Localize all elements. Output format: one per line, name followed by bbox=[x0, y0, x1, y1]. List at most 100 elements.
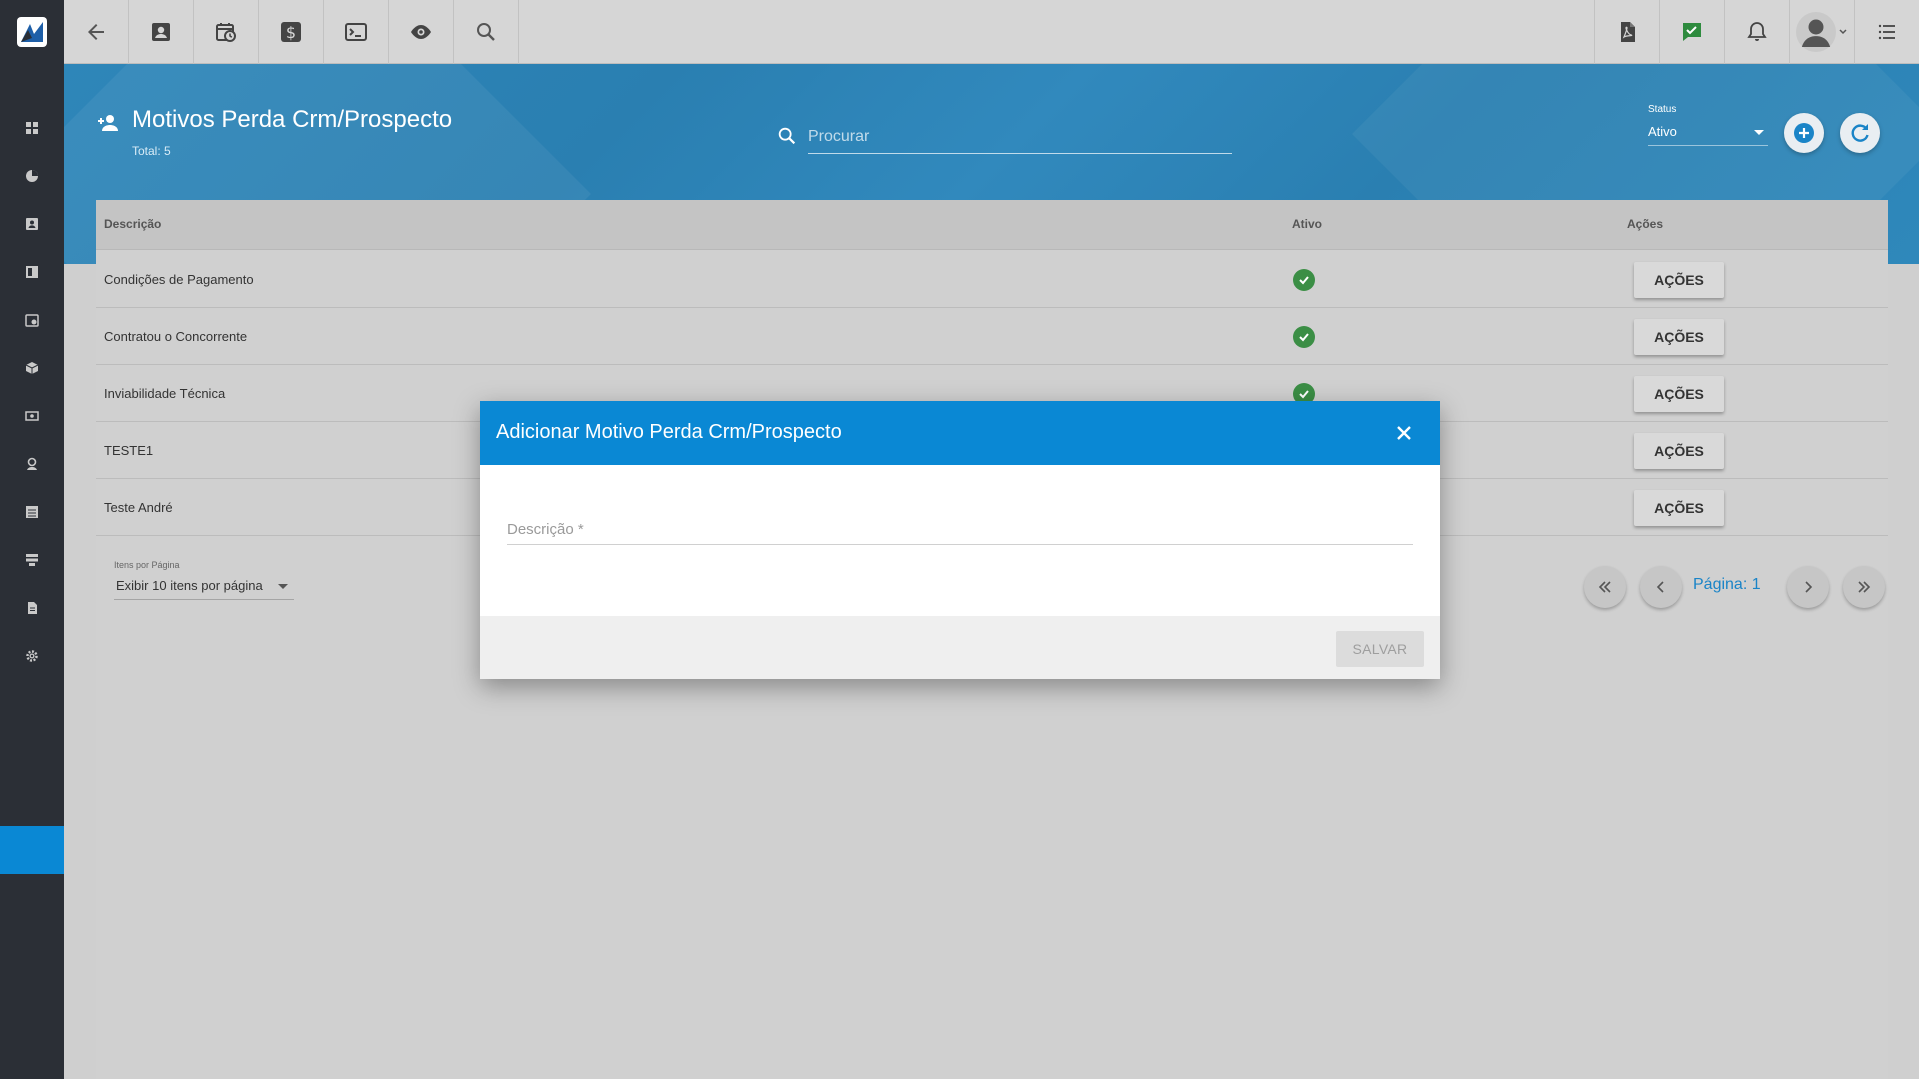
double-chevron-left-icon bbox=[1598, 581, 1611, 593]
sidebar-item-lists[interactable] bbox=[0, 488, 64, 536]
search-input[interactable] bbox=[808, 120, 1232, 154]
contacts-button[interactable] bbox=[129, 0, 194, 64]
sidebar-item-documents[interactable] bbox=[0, 584, 64, 632]
row-actions-button[interactable]: AÇÕES bbox=[1634, 490, 1724, 526]
sidebar-item-catalog[interactable] bbox=[0, 248, 64, 296]
plus-circle-icon bbox=[1794, 123, 1814, 143]
active-check-icon bbox=[1293, 269, 1315, 291]
sidebar bbox=[0, 64, 64, 1079]
add-dialog: Adicionar Motivo Perda Crm/Prospecto SAL… bbox=[480, 401, 1440, 679]
status-label: Status bbox=[1648, 104, 1677, 115]
notifications-button[interactable] bbox=[1724, 0, 1789, 64]
messages-button[interactable] bbox=[1659, 0, 1724, 64]
page-indicator: Página: 1 bbox=[1693, 576, 1761, 593]
view-button[interactable] bbox=[389, 0, 454, 64]
book-icon bbox=[26, 266, 38, 278]
items-per-page-value: Exibir 10 itens por página bbox=[116, 578, 263, 593]
calendar-clock-icon bbox=[216, 23, 236, 42]
column-header-acoes: Ações bbox=[1627, 217, 1664, 231]
app-logo[interactable] bbox=[0, 0, 64, 64]
column-header-descricao[interactable]: Descrição bbox=[104, 217, 161, 231]
close-button[interactable] bbox=[1392, 421, 1416, 445]
pdf-icon bbox=[1621, 22, 1635, 42]
main-menu-button[interactable] bbox=[1854, 0, 1919, 64]
items-per-page-select[interactable]: Exibir 10 itens por página bbox=[114, 572, 294, 600]
sidebar-item-reports[interactable] bbox=[0, 152, 64, 200]
sidebar-item-contacts[interactable] bbox=[0, 200, 64, 248]
eye-icon bbox=[411, 25, 431, 39]
sidebar-item-locations[interactable] bbox=[0, 440, 64, 488]
items-per-page-label: Itens por Página bbox=[114, 560, 180, 570]
total-count: Total: 5 bbox=[132, 144, 171, 158]
financial-button[interactable]: $ bbox=[259, 0, 324, 64]
row-description: TESTE1 bbox=[104, 443, 154, 458]
add-button[interactable] bbox=[1784, 113, 1824, 153]
search-icon bbox=[778, 127, 796, 145]
status-select[interactable]: Ativo bbox=[1648, 118, 1768, 146]
bell-icon bbox=[1747, 22, 1767, 41]
sidebar-item-finance[interactable] bbox=[0, 392, 64, 440]
first-page-button[interactable] bbox=[1584, 566, 1626, 608]
close-icon bbox=[1397, 426, 1411, 440]
next-page-button[interactable] bbox=[1787, 566, 1829, 608]
sidebar-item-products[interactable] bbox=[0, 344, 64, 392]
chevron-right-icon bbox=[1805, 581, 1813, 593]
last-page-button[interactable] bbox=[1843, 566, 1885, 608]
page-title: Motivos Perda Crm/Prospecto bbox=[132, 106, 453, 133]
schedule-button[interactable] bbox=[194, 0, 259, 64]
dropdown-caret-icon bbox=[1754, 130, 1764, 135]
dialog-title: Adicionar Motivo Perda Crm/Prospecto bbox=[496, 421, 842, 443]
chat-check-icon bbox=[1683, 23, 1701, 41]
row-actions-button[interactable]: AÇÕES bbox=[1634, 262, 1724, 298]
back-arrow-icon bbox=[88, 24, 104, 40]
terminal-icon bbox=[345, 23, 367, 41]
list-icon bbox=[26, 506, 38, 518]
box-icon bbox=[25, 362, 39, 374]
calendar-icon bbox=[25, 314, 39, 327]
dialog-header: Adicionar Motivo Perda Crm/Prospecto bbox=[480, 401, 1440, 465]
row-description: Teste André bbox=[104, 500, 173, 515]
save-button[interactable]: SALVAR bbox=[1336, 631, 1424, 667]
global-search-button[interactable] bbox=[454, 0, 519, 64]
user-menu-button[interactable] bbox=[1789, 0, 1854, 64]
sidebar-item-dashboard[interactable] bbox=[0, 104, 64, 152]
column-header-ativo[interactable]: Ativo bbox=[1292, 217, 1322, 231]
avatar bbox=[1796, 12, 1836, 52]
refresh-icon bbox=[1851, 124, 1869, 142]
pie-chart-icon bbox=[26, 170, 38, 182]
active-check-icon bbox=[1293, 326, 1315, 348]
sidebar-item-calendar[interactable] bbox=[0, 296, 64, 344]
row-actions-button[interactable]: AÇÕES bbox=[1634, 433, 1724, 469]
dropdown-caret-icon bbox=[278, 584, 288, 589]
status-value: Ativo bbox=[1648, 124, 1677, 139]
row-description: Contratou o Concorrente bbox=[104, 329, 248, 344]
prev-page-button[interactable] bbox=[1640, 566, 1682, 608]
sidebar-item-servers[interactable] bbox=[0, 536, 64, 584]
row-actions-button[interactable]: AÇÕES bbox=[1634, 376, 1724, 412]
table-row: Condições de Pagamento AÇÕES bbox=[96, 251, 1888, 308]
dialog-body bbox=[480, 465, 1440, 616]
chevron-down-icon bbox=[1839, 29, 1847, 35]
description-field[interactable] bbox=[507, 515, 1413, 545]
sidebar-item-settings[interactable] bbox=[0, 632, 64, 680]
terminal-button[interactable] bbox=[324, 0, 389, 64]
row-actions-button[interactable]: AÇÕES bbox=[1634, 319, 1724, 355]
back-button[interactable] bbox=[64, 0, 129, 64]
table-header: Descrição Ativo Ações bbox=[96, 200, 1888, 250]
pdf-button[interactable] bbox=[1594, 0, 1659, 64]
svg-text:$: $ bbox=[286, 23, 296, 42]
row-description: Condições de Pagamento bbox=[104, 272, 254, 287]
money-icon bbox=[25, 411, 39, 421]
search-icon bbox=[477, 23, 495, 41]
row-description: Inviabilidade Técnica bbox=[104, 386, 226, 401]
menu-list-icon bbox=[1878, 24, 1895, 40]
contact-icon bbox=[26, 218, 38, 230]
gear-icon bbox=[26, 650, 38, 662]
dialog-footer: SALVAR bbox=[480, 616, 1440, 679]
contact-card-icon bbox=[152, 23, 170, 41]
logo-icon bbox=[17, 17, 47, 47]
dashboard-icon bbox=[26, 122, 38, 134]
refresh-button[interactable] bbox=[1840, 113, 1880, 153]
dollar-icon: $ bbox=[281, 22, 301, 42]
sidebar-active-indicator[interactable] bbox=[0, 826, 64, 874]
